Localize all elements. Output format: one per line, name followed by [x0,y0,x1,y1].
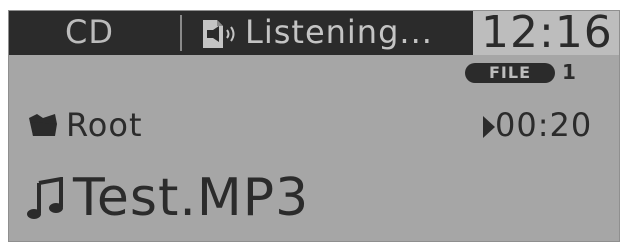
folder-name: Root [66,106,143,144]
folder-icon [29,114,57,136]
play-icon [483,116,495,138]
playback-status-text: Listening... [245,13,433,51]
file-badge: FILE [465,63,555,83]
file-number: 1 [562,60,576,84]
source-mode-label: CD [65,13,114,51]
clock: 12:16 [481,10,613,58]
display-screen: CD Listening... 12:16 FILE 1 Root 00:20 … [8,10,620,242]
status-bar: CD Listening... 12:16 [9,10,619,58]
header-divider [180,15,182,51]
disc-speaker-icon [203,20,235,48]
elapsed-time: 00:20 [495,106,593,144]
track-name: Test.MP3 [73,168,310,228]
music-note-icon [27,177,63,219]
file-badge-label: FILE [488,63,531,82]
